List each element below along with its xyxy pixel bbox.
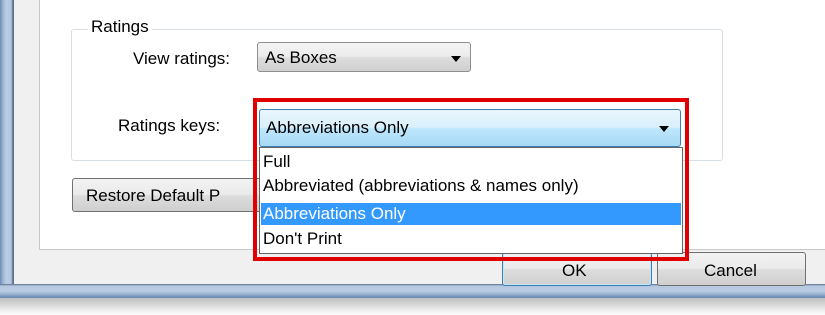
restore-default-label: Restore Default P — [86, 186, 221, 205]
chevron-down-icon — [451, 56, 461, 62]
window-frame-left — [0, 0, 14, 296]
ratings-group-title: Ratings — [88, 16, 152, 38]
window-frame-bottom — [0, 284, 825, 298]
view-ratings-value: As Boxes — [265, 48, 337, 67]
view-ratings-select[interactable]: As Boxes — [257, 42, 471, 72]
view-ratings-label: View ratings: — [133, 49, 231, 68]
annotation-highlight-box — [253, 98, 689, 261]
restore-default-button[interactable]: Restore Default P — [72, 178, 262, 212]
window-shadow — [0, 298, 825, 315]
ratings-keys-label: Ratings keys: — [118, 116, 221, 135]
ok-label: OK — [562, 261, 587, 280]
cancel-label: Cancel — [704, 261, 757, 280]
